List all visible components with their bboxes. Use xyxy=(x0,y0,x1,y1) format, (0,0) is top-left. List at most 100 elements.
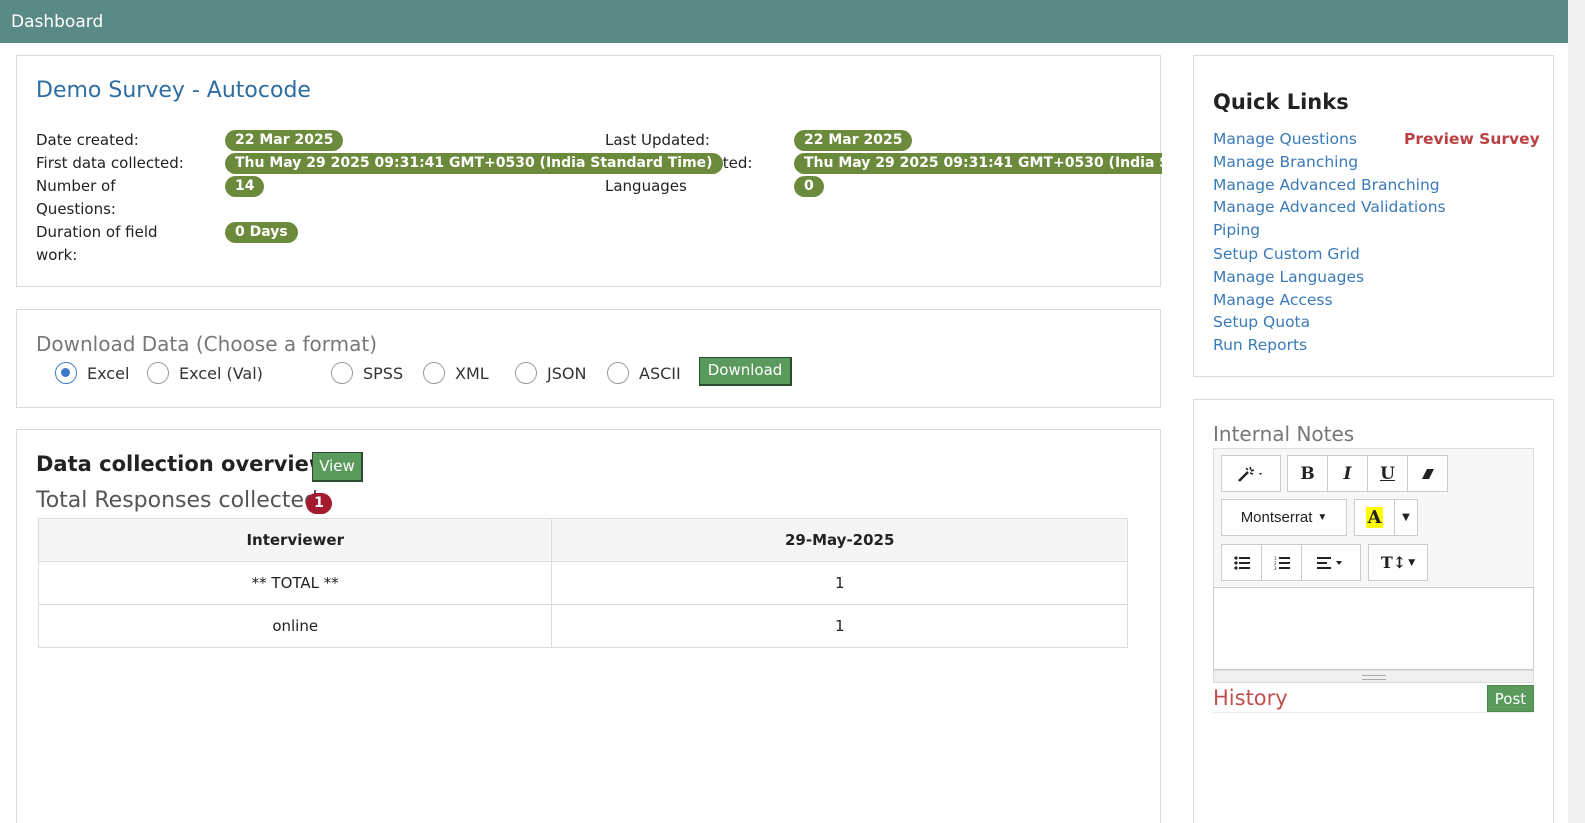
chevron-down-icon: ▼ xyxy=(1408,557,1416,568)
notes-editor[interactable] xyxy=(1213,587,1534,670)
num-questions-label-line1: Number of xyxy=(36,177,116,195)
italic-button[interactable]: I xyxy=(1327,455,1368,492)
font-family-select[interactable]: Montserrat ▼ xyxy=(1221,499,1347,536)
first-data-label: First data collected: xyxy=(36,154,184,172)
editor-resize-handle[interactable] xyxy=(1213,670,1534,683)
format-label-xml: XML xyxy=(455,363,489,383)
format-radio-spss[interactable]: SPSS xyxy=(331,361,403,385)
date-created-label: Date created: xyxy=(36,131,139,149)
format-label-excel: Excel xyxy=(87,363,130,383)
date-created-value: 22 Mar 2025 xyxy=(225,130,344,151)
column-header-date: 29-May-2025 xyxy=(551,518,1128,562)
link-run-reports[interactable]: Run Reports xyxy=(1213,336,1307,354)
format-radio-ascii[interactable]: ASCII xyxy=(607,361,681,385)
svg-text:3: 3 xyxy=(1274,566,1277,570)
format-label-ascii: ASCII xyxy=(639,363,681,383)
highlight-color-button[interactable]: A xyxy=(1354,499,1395,536)
link-setup-quota[interactable]: Setup Quota xyxy=(1213,313,1310,331)
link-manage-languages[interactable]: Manage Languages xyxy=(1213,268,1364,286)
table-cell: online xyxy=(37,604,553,648)
num-questions-label: Number of Questions: xyxy=(36,175,116,221)
page-title: Dashboard xyxy=(11,12,104,32)
highlight-color-dropdown[interactable]: ▼ xyxy=(1394,499,1418,536)
chevron-down-icon: ▼ xyxy=(1402,512,1410,523)
quick-links-title: Quick Links xyxy=(1213,90,1349,114)
radio-icon[interactable] xyxy=(423,362,445,384)
radio-icon[interactable] xyxy=(331,362,353,384)
data-collection-overview-panel: Data collection overview View Total Resp… xyxy=(16,429,1161,823)
format-label-excel-val: Excel (Val) xyxy=(179,363,263,383)
duration-label-line1: Duration of field xyxy=(36,223,158,241)
post-button[interactable]: Post xyxy=(1487,685,1534,712)
first-data-value: Thu May 29 2025 09:31:41 GMT+0530 (India… xyxy=(225,153,723,174)
quick-links-panel: Quick Links Preview Survey Manage Questi… xyxy=(1193,55,1554,377)
num-questions-value: 14 xyxy=(225,176,265,197)
radio-icon[interactable] xyxy=(607,362,629,384)
italic-icon: I xyxy=(1343,463,1352,484)
link-manage-advanced-branching[interactable]: Manage Advanced Branching xyxy=(1213,176,1440,194)
underline-icon: U xyxy=(1380,463,1395,484)
duration-label-line2: work: xyxy=(36,246,78,264)
format-radio-xml[interactable]: XML xyxy=(423,361,489,385)
duration-label: Duration of field work: xyxy=(36,221,158,267)
top-bar: Dashboard xyxy=(0,0,1568,43)
total-responses-label: Total Responses collected: xyxy=(36,488,326,513)
last-updated-value: 22 Mar 2025 xyxy=(794,130,913,151)
table-cell: ** TOTAL ** xyxy=(37,561,553,605)
link-manage-branching[interactable]: Manage Branching xyxy=(1213,153,1358,171)
preview-survey-link[interactable]: Preview Survey xyxy=(1404,130,1540,148)
languages-label: Languages xyxy=(605,177,687,195)
overview-title: Data collection overview xyxy=(36,452,329,476)
table-header-row: Interviewer 29-May-2025 xyxy=(37,518,1128,562)
view-button[interactable]: View xyxy=(312,452,363,482)
ordered-list-button[interactable]: 1 2 3 xyxy=(1261,544,1302,581)
magic-wand-style-button[interactable] xyxy=(1221,455,1281,492)
highlight-a-icon: A xyxy=(1365,507,1384,528)
last-updated-label: Last Updated: xyxy=(605,131,710,149)
table-row: online 1 xyxy=(37,604,1128,648)
table-cell: 1 xyxy=(551,604,1128,648)
unordered-list-button[interactable] xyxy=(1221,544,1262,581)
line-height-icon: T↕ xyxy=(1380,553,1407,572)
font-family-value: Montserrat xyxy=(1240,509,1313,526)
line-height-button[interactable]: T↕ ▼ xyxy=(1368,544,1428,581)
languages-value: 0 xyxy=(794,176,824,197)
link-piping[interactable]: Piping xyxy=(1213,221,1260,239)
format-radio-excel-val[interactable]: Excel (Val) xyxy=(147,361,263,385)
last-data-value: Thu May 29 2025 09:31:41 GMT+0530 (India… xyxy=(794,153,1162,174)
format-radio-json[interactable]: JSON xyxy=(515,361,586,385)
link-setup-custom-grid[interactable]: Setup Custom Grid xyxy=(1213,245,1360,263)
download-button[interactable]: Download xyxy=(699,357,792,386)
survey-title[interactable]: Demo Survey - Autocode xyxy=(36,78,311,103)
scrollbar[interactable] xyxy=(1568,0,1585,823)
radio-icon[interactable] xyxy=(147,362,169,384)
format-radio-excel[interactable]: Excel xyxy=(55,361,129,385)
responses-table: Interviewer 29-May-2025 ** TOTAL ** 1 on… xyxy=(37,518,1128,648)
download-data-panel: Download Data (Choose a format) Excel Ex… xyxy=(16,309,1161,408)
link-manage-questions[interactable]: Manage Questions xyxy=(1213,130,1357,148)
eraser-icon xyxy=(1421,468,1434,479)
survey-summary-panel: Demo Survey - Autocode Date created: 22 … xyxy=(16,55,1162,287)
internal-notes-panel: Internal Notes B I U Montserrat ▼ A ▼ 1 … xyxy=(1193,399,1554,823)
underline-button[interactable]: U xyxy=(1367,455,1408,492)
chevron-down-icon: ▼ xyxy=(1317,512,1328,523)
internal-notes-title: Internal Notes xyxy=(1213,422,1355,446)
paragraph-align-button[interactable] xyxy=(1301,544,1361,581)
bullet-list-icon xyxy=(1233,555,1250,570)
radio-selected-icon[interactable] xyxy=(55,362,77,384)
history-title[interactable]: History xyxy=(1213,686,1288,710)
link-manage-access[interactable]: Manage Access xyxy=(1213,291,1333,309)
numbered-list-icon: 1 2 3 xyxy=(1274,556,1290,570)
divider xyxy=(1213,712,1534,713)
radio-icon[interactable] xyxy=(515,362,537,384)
duration-value: 0 Days xyxy=(225,222,298,243)
align-left-icon xyxy=(1317,556,1342,569)
format-label-spss: SPSS xyxy=(363,363,404,383)
link-manage-advanced-validations[interactable]: Manage Advanced Validations xyxy=(1213,198,1446,216)
column-header-interviewer: Interviewer xyxy=(37,518,553,562)
magic-wand-icon xyxy=(1238,466,1262,482)
bold-button[interactable]: B xyxy=(1287,455,1328,492)
bold-icon: B xyxy=(1300,463,1315,484)
download-title: Download Data (Choose a format) xyxy=(36,332,378,356)
clear-format-button[interactable] xyxy=(1407,455,1448,492)
